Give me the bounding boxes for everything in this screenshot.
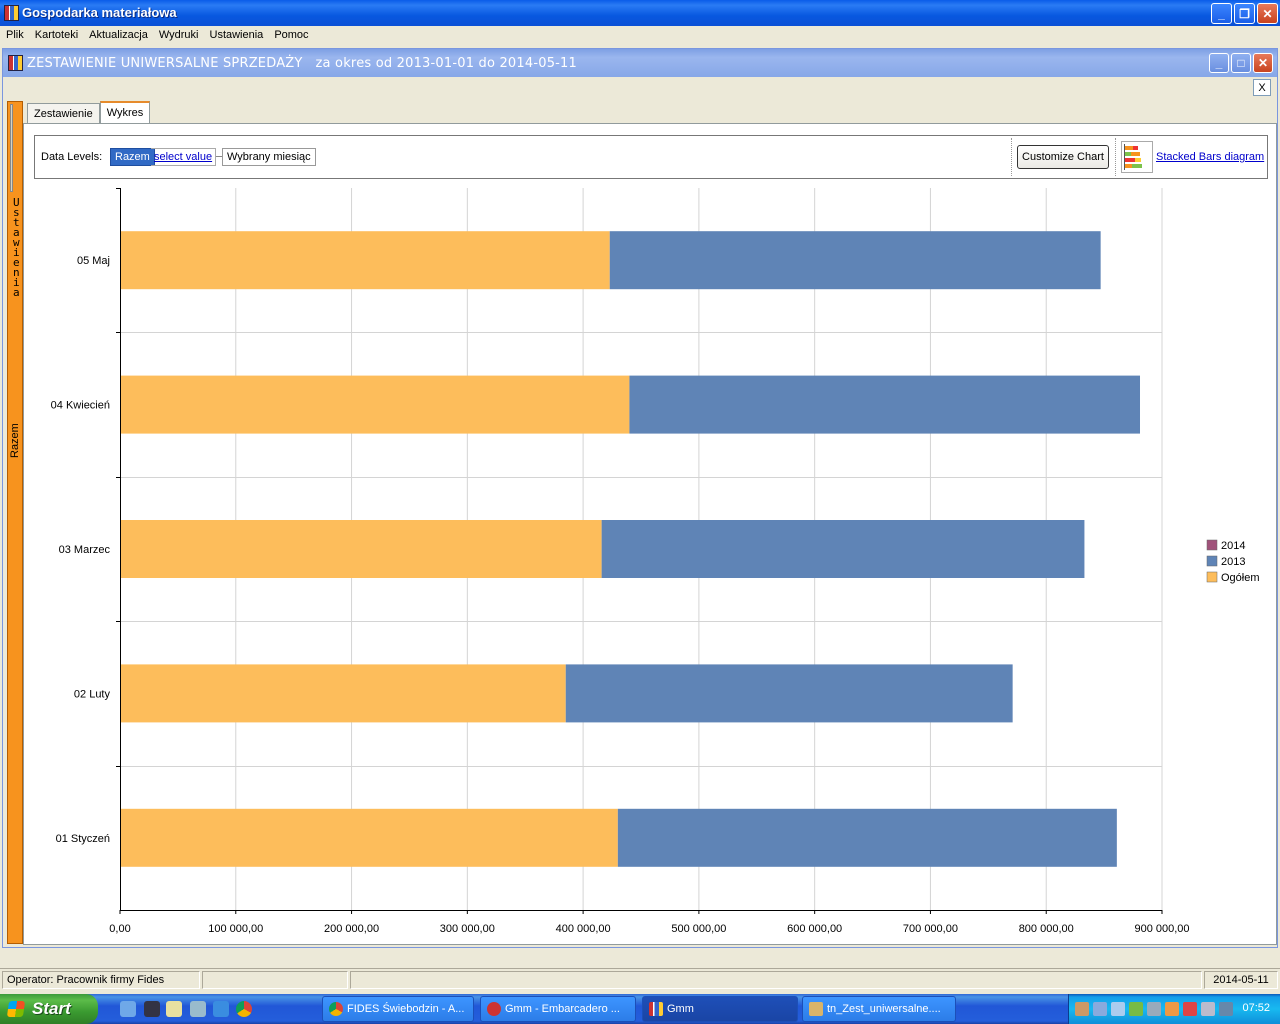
task-gmm[interactable]: Gmm: [642, 996, 798, 1022]
bar-Ogółem: [120, 808, 618, 867]
chrome-icon: [329, 1002, 343, 1016]
tray-shield-icon[interactable]: [1183, 1002, 1197, 1016]
bar-Ogółem: [120, 664, 566, 723]
tray-icon[interactable]: [1129, 1002, 1143, 1016]
tray-network-icon[interactable]: [1093, 1002, 1107, 1016]
bar-Ogółem: [120, 375, 630, 434]
legend-label: 2013: [1221, 556, 1245, 568]
task-tn-zest[interactable]: tn_Zest_uniwersalne....: [802, 996, 956, 1022]
start-label: Start: [32, 999, 71, 1018]
status-cell-2: [202, 971, 348, 989]
task-label: FIDES Świebodzin - A...: [347, 1003, 465, 1015]
x-tick-label: 600 000,00: [787, 923, 842, 935]
x-tick-label: 400 000,00: [556, 923, 611, 935]
tray-volume-icon[interactable]: [1219, 1002, 1233, 1016]
y-tick-label: 02 Luty: [74, 688, 111, 700]
start-button[interactable]: Start: [0, 994, 98, 1024]
quicklaunch-save-icon[interactable]: [144, 1001, 160, 1017]
task-embarcadero[interactable]: Gmm - Embarcadero ...: [480, 996, 636, 1022]
legend-label: Ogółem: [1221, 572, 1260, 584]
bar-Ogółem: [120, 520, 602, 578]
gmm-app-icon: [649, 1002, 663, 1016]
bar-2013: [609, 231, 1101, 290]
x-tick-label: 0,00: [109, 923, 130, 935]
legend-label: 2014: [1221, 540, 1245, 552]
x-tick-label: 900 000,00: [1134, 923, 1189, 935]
task-label: tn_Zest_uniwersalne....: [827, 1003, 941, 1015]
legend-swatch: [1206, 571, 1218, 583]
quicklaunch-app-icon[interactable]: [190, 1001, 206, 1017]
windows-logo-icon: [6, 1001, 26, 1017]
x-tick-label: 500 000,00: [671, 923, 726, 935]
tray-icon[interactable]: [1075, 1002, 1089, 1016]
status-cell-3: [350, 971, 1202, 989]
x-tick-label: 800 000,00: [1019, 923, 1074, 935]
status-date: 2014-05-11: [1204, 971, 1278, 989]
x-tick-label: 200 000,00: [324, 923, 379, 935]
tray-icon[interactable]: [1111, 1002, 1125, 1016]
status-operator: Operator: Pracownik firmy Fides: [2, 971, 200, 989]
y-tick-label: 04 Kwiecień: [51, 400, 110, 412]
x-tick-label: 100 000,00: [208, 923, 263, 935]
taskbar: Start FIDES Świebodzin - A... Gmm - Emba…: [0, 994, 1280, 1024]
y-tick-label: 03 Marzec: [59, 544, 111, 556]
legend-swatch: [1206, 555, 1218, 567]
quicklaunch-browser-icon[interactable]: [213, 1001, 229, 1017]
stacked-bar-chart: 05 Maj 04 Kwiecień 03 Marzec 02 Luty 01 Styc…: [51, 188, 1260, 935]
quicklaunch-ie-icon[interactable]: [120, 1001, 136, 1017]
y-tick-label: 01 Styczeń: [56, 833, 110, 845]
task-label: Gmm: [667, 1003, 694, 1015]
bar-2013: [629, 375, 1141, 434]
x-tick-label: 700 000,00: [903, 923, 958, 935]
task-label: Gmm - Embarcadero ...: [505, 1003, 620, 1015]
y-tick-label: 05 Maj: [77, 255, 110, 267]
task-fides[interactable]: FIDES Świebodzin - A...: [322, 996, 474, 1022]
bar-Ogółem: [120, 231, 610, 290]
y-axis-label: Razem: [9, 423, 21, 458]
file-icon: [809, 1002, 823, 1016]
tray-icon[interactable]: [1147, 1002, 1161, 1016]
x-tick-label: 300 000,00: [440, 923, 495, 935]
bar-2013: [601, 520, 1085, 578]
tray-printer-icon[interactable]: [1201, 1002, 1215, 1016]
system-tray: 07:52: [1068, 994, 1280, 1024]
taskbar-clock: 07:52: [1242, 1002, 1270, 1014]
quicklaunch-notepad-icon[interactable]: [166, 1001, 182, 1017]
status-bar: Operator: Pracownik firmy Fides 2014-05-…: [0, 968, 1280, 990]
bar-2013: [565, 664, 1013, 723]
legend-swatch: [1206, 539, 1218, 551]
embarcadero-icon: [487, 1002, 501, 1016]
bar-2013: [617, 808, 1117, 867]
quicklaunch-chrome-icon[interactable]: [236, 1001, 252, 1017]
tray-icon[interactable]: [1165, 1002, 1179, 1016]
